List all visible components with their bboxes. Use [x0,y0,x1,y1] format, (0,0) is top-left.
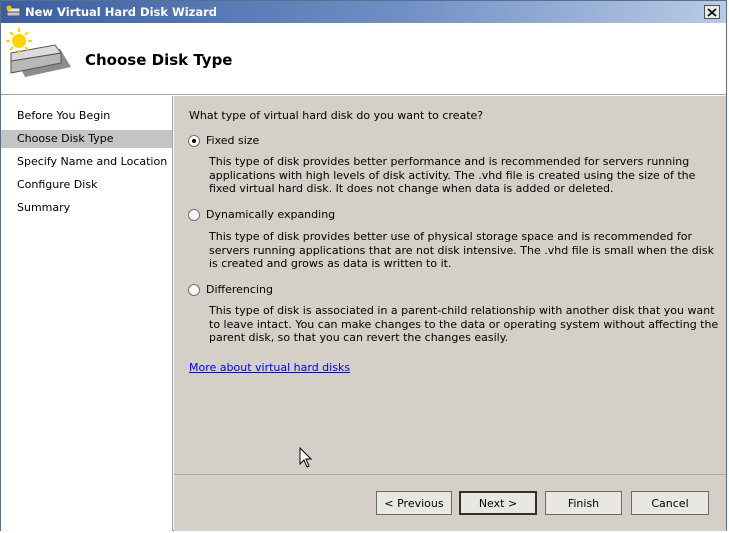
radio-button[interactable] [188,208,200,221]
page-title: Choose Disk Type [85,51,233,69]
cancel-button[interactable]: Cancel [631,491,709,515]
next-button[interactable]: Next > [459,491,537,515]
sidebar-item-specify-name-and-location[interactable]: Specify Name and Location [1,153,172,171]
sidebar-item-before-you-begin[interactable]: Before You Begin [1,107,172,125]
differencing-description: This type of disk is associated in a par… [209,304,719,344]
close-button[interactable] [704,5,720,19]
hard-disk-icon [6,28,71,77]
radio-button[interactable] [188,283,200,296]
sidebar-item-configure-disk[interactable]: Configure Disk [1,176,172,194]
question-text: What type of virtual hard disk do you wa… [189,109,484,122]
close-icon [707,7,717,17]
wizard-steps: Before You Begin Choose Disk Type Specif… [1,96,173,531]
dynamically-expanding-label[interactable]: Dynamically expanding [206,208,335,221]
mouse-pointer-icon [299,447,313,468]
fixed-size-label[interactable]: Fixed size [206,134,259,147]
title-bar[interactable]: New Virtual Hard Disk Wizard [1,1,726,23]
sidebar-item-summary[interactable]: Summary [1,199,172,217]
more-about-vhd-link[interactable]: More about virtual hard disks [189,361,350,374]
previous-button[interactable]: < Previous [376,491,452,515]
button-bar: < Previous Next > Finish Cancel [174,474,726,531]
content-panel: What type of virtual hard disk do you wa… [174,96,726,474]
dynamically-expanding-description: This type of disk provides better use of… [209,230,714,270]
finish-button[interactable]: Finish [545,491,622,515]
differencing-radio[interactable]: Differencing [188,283,273,296]
fixed-size-description: This type of disk provides better perfor… [209,155,696,195]
dynamically-expanding-radio[interactable]: Dynamically expanding [188,208,335,221]
sidebar-item-choose-disk-type[interactable]: Choose Disk Type [1,130,172,148]
disk-icon [6,5,21,17]
fixed-size-radio[interactable]: Fixed size [188,134,259,147]
radio-button-checked[interactable] [188,134,200,147]
window-title: New Virtual Hard Disk Wizard [25,5,218,19]
differencing-label[interactable]: Differencing [206,283,273,296]
wizard-window: New Virtual Hard Disk Wizard Choose Disk… [0,0,727,531]
wizard-header: Choose Disk Type [1,23,726,95]
